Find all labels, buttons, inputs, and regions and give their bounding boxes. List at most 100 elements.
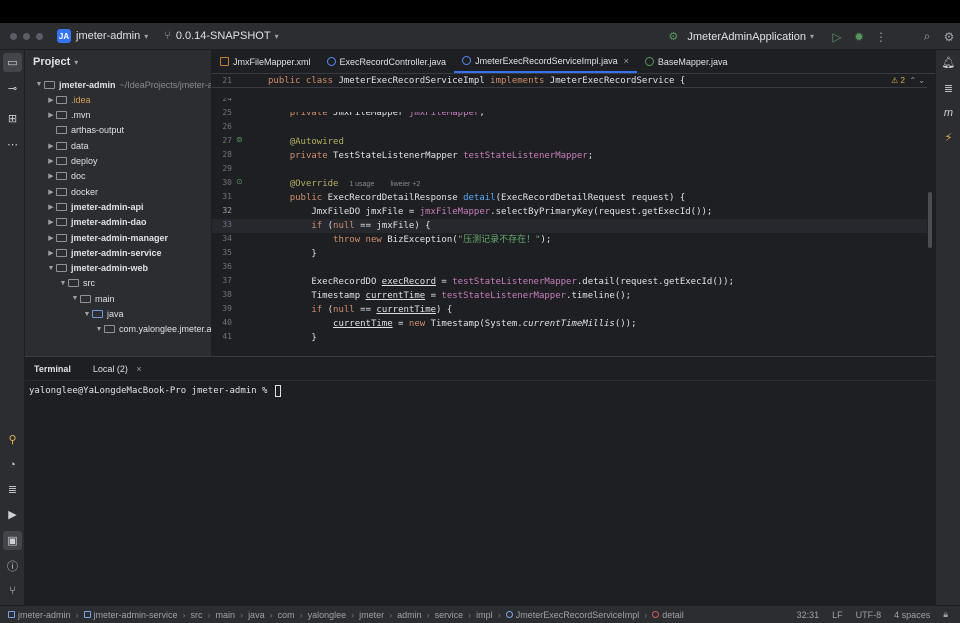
window-controls[interactable] <box>10 32 43 40</box>
breadcrumb-item[interactable]: src › <box>191 610 216 620</box>
minimize-window-button[interactable] <box>23 32 30 40</box>
close-icon[interactable]: × <box>624 56 629 66</box>
tree-item[interactable]: ▶ jmeter-admin-service <box>46 245 161 260</box>
author-hint[interactable]: liweier +2 <box>391 181 421 188</box>
editor-tab[interactable]: ExecRecordController.java <box>319 50 455 73</box>
editor-tab[interactable]: JmeterExecRecordServiceImpl.java × <box>454 50 637 73</box>
chevron-down-icon[interactable]: ▼ <box>70 295 80 302</box>
more-actions-icon[interactable]: ⋮ <box>870 26 892 48</box>
structure-tool-icon[interactable]: ⊞ <box>3 109 22 128</box>
tree-item[interactable]: ▼ main <box>70 291 115 306</box>
branch-name[interactable]: 0.0.14-SNAPSHOT <box>176 30 271 42</box>
chevron-right-icon[interactable]: ▶ <box>46 96 56 104</box>
tree-item[interactable]: ▶ jmeter-admin-api <box>46 199 143 214</box>
settings-gear-icon[interactable]: ⚙ <box>938 26 960 48</box>
breadcrumb-item[interactable]: admin › <box>397 610 435 620</box>
lightning-icon[interactable]: ⚡ <box>939 128 958 147</box>
tree-item-label: .idea <box>71 94 91 105</box>
tree-item-label: jmeter-admin-web <box>71 263 149 274</box>
project-badge[interactable]: JA <box>57 29 71 43</box>
breadcrumb-item[interactable]: com › <box>278 610 308 620</box>
breadcrumb-item[interactable]: jmeter-admin › <box>8 610 84 620</box>
tree-item[interactable]: ▶ jmeter-admin-dao <box>46 215 146 230</box>
chevron-down-icon[interactable]: ▼ <box>94 326 104 333</box>
zoom-window-button[interactable] <box>36 32 43 40</box>
tree-item[interactable]: ▼ java <box>82 307 124 322</box>
code-editor[interactable]: JmxFileMapper.xml ExecRecordController.ja… <box>212 50 935 356</box>
project-panel-header[interactable]: Project ▾ <box>25 50 211 74</box>
chevron-down-icon[interactable]: ▼ <box>82 311 92 318</box>
tree-item[interactable]: ▼ jmeter-admin ~/IdeaProjects/jmeter-ad <box>34 77 211 92</box>
breadcrumb-item[interactable]: JmeterExecRecordServiceImpl › <box>505 610 653 620</box>
database-icon[interactable]: ≣ <box>939 79 958 98</box>
close-window-button[interactable] <box>10 32 17 40</box>
usage-hint[interactable]: 1 usage <box>349 181 374 188</box>
commit-tool-icon[interactable]: ⊸ <box>3 79 22 98</box>
file-encoding[interactable]: UTF-8 <box>856 610 882 620</box>
editor-tab[interactable]: BaseMapper.java <box>637 50 736 73</box>
more-tools-icon[interactable]: ⋯ <box>3 135 22 154</box>
navigate-arrows-icon[interactable]: ⌃ ⌄ <box>909 76 925 85</box>
tree-item[interactable]: ▶ docker <box>46 184 98 199</box>
services-tool-icon[interactable]: ⚲ <box>3 430 22 449</box>
database-tool-icon[interactable]: ≣ <box>3 480 22 499</box>
breadcrumb-item[interactable]: detail <box>652 610 684 620</box>
tree-item[interactable]: arthas-output <box>46 123 124 138</box>
tree-item[interactable]: ▶ .idea <box>46 92 91 107</box>
chevron-right-icon[interactable]: ▶ <box>46 188 56 196</box>
chevron-right-icon[interactable]: ▶ <box>46 111 56 119</box>
chevron-down-icon[interactable]: ▼ <box>46 265 56 272</box>
editor-tab[interactable]: JmxFileMapper.xml <box>212 50 319 73</box>
tree-item[interactable]: ▶ deploy <box>46 154 97 169</box>
editor-scrollbar[interactable] <box>928 192 932 248</box>
lock-icon[interactable]: 🔒︎ <box>943 609 948 620</box>
chevron-right-icon[interactable]: ▶ <box>46 142 56 150</box>
search-icon[interactable]: ⌕ <box>916 26 938 48</box>
caret-position[interactable]: 32:31 <box>797 610 820 620</box>
breadcrumb-item[interactable]: jmeter › <box>359 610 397 620</box>
tree-item[interactable]: ▼ com.yalonglee.jmeter.ad <box>94 322 211 337</box>
breadcrumb-item[interactable]: service › <box>435 610 477 620</box>
git-tool-icon[interactable]: ⑂ <box>3 581 22 600</box>
tree-item[interactable]: ▶ data <box>46 138 88 153</box>
line-number: 36 <box>222 262 232 271</box>
chevron-right-icon[interactable]: ▶ <box>46 234 56 242</box>
bean-injection-icon[interactable]: ⊚ <box>236 135 243 144</box>
chevron-right-icon[interactable]: ▶ <box>46 203 56 211</box>
breadcrumb-item[interactable]: impl › <box>476 610 506 620</box>
run-tool-icon[interactable]: ▶ <box>3 505 22 524</box>
chevron-right-icon[interactable]: ▶ <box>46 172 56 180</box>
line-separator[interactable]: LF <box>832 610 843 620</box>
run-button[interactable]: ▷ <box>826 26 848 48</box>
chevron-right-icon[interactable]: ▶ <box>46 157 56 165</box>
project-name[interactable]: jmeter-admin <box>76 30 140 42</box>
tree-item[interactable]: ▶ jmeter-admin-manager <box>46 230 168 245</box>
maven-icon[interactable]: m <box>939 103 958 122</box>
terminal-tab-local[interactable]: Local (2) × <box>93 364 142 374</box>
project-tool-icon[interactable]: ▭ <box>3 53 22 72</box>
terminal-tool-icon[interactable]: ▣ <box>3 531 22 550</box>
terminal-prompt[interactable]: yalonglee@YaLongdeMacBook-Pro jmeter-adm… <box>29 385 281 397</box>
line-number: 29 <box>222 164 232 173</box>
tree-item[interactable]: ▶ doc <box>46 169 85 184</box>
override-method-icon[interactable]: ⊙ <box>236 177 243 186</box>
chevron-down-icon[interactable]: ▼ <box>58 280 68 287</box>
tree-item[interactable]: ▼ jmeter-admin-web <box>46 261 148 276</box>
tree-item[interactable]: ▶ .mvn <box>46 108 90 123</box>
indent-setting[interactable]: 4 spaces <box>894 610 930 620</box>
breadcrumb-item[interactable]: yalonglee › <box>308 610 360 620</box>
breadcrumb-item[interactable]: main › <box>216 610 249 620</box>
chevron-down-icon[interactable]: ▼ <box>34 81 44 88</box>
notifications-icon[interactable]: 🔔︎ <box>939 53 958 72</box>
breadcrumb-item[interactable]: java › <box>248 610 278 620</box>
problems-tool-icon[interactable]: ⓘ <box>3 556 22 575</box>
chevron-right-icon[interactable]: ▶ <box>46 218 56 226</box>
breadcrumb-item[interactable]: jmeter-admin-service › <box>83 610 191 620</box>
debug-button[interactable]: ✹ <box>848 26 870 48</box>
run-configuration-selector[interactable]: ⚙ JmeterAdminApplication ▾ <box>668 30 814 44</box>
chevron-right-icon[interactable]: ▶ <box>46 249 56 257</box>
tree-item[interactable]: ▼ src <box>58 276 95 291</box>
close-icon[interactable]: × <box>136 364 141 374</box>
profiler-tool-icon[interactable]: ◔ <box>3 455 22 474</box>
warnings-indicator[interactable]: ⚠ 2 <box>891 76 905 85</box>
